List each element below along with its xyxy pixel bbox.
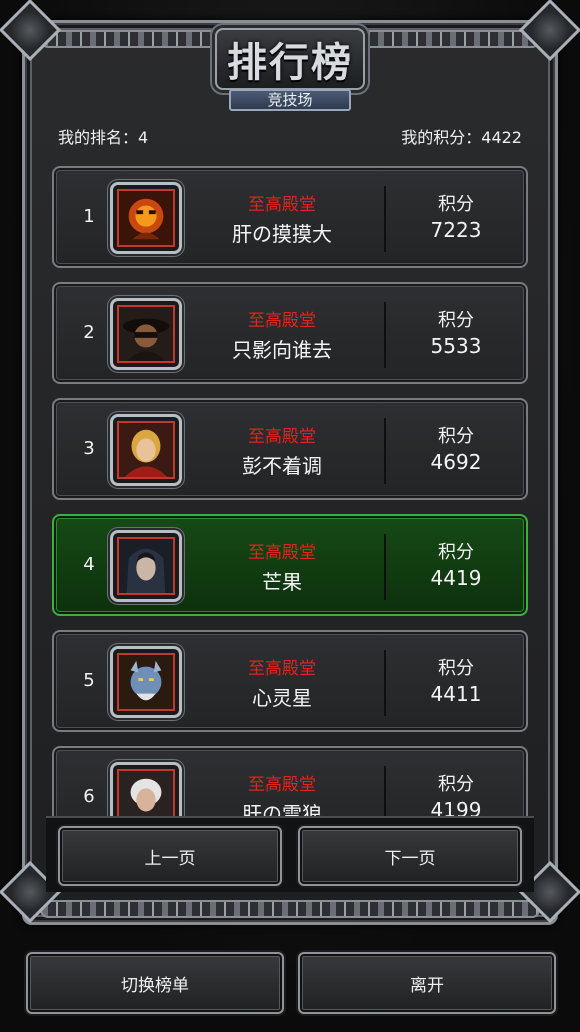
white-hair-warrior-portrait-icon — [117, 769, 175, 817]
rank-number: 3 — [83, 438, 95, 459]
player-name: 肝の摸摸大 — [232, 222, 332, 246]
fire-golem-portrait-icon — [117, 189, 175, 247]
score-value: 4199 — [430, 798, 482, 817]
my-score: 我的积分：4422 — [401, 128, 522, 147]
rank-title: 至高殿堂 — [248, 195, 316, 215]
avatar[interactable] — [110, 298, 182, 370]
prev-page-button[interactable]: 上一页 — [58, 826, 282, 886]
player-name: 心灵星 — [252, 686, 312, 710]
score-label: 积分 — [438, 658, 474, 679]
avatar[interactable] — [110, 646, 182, 718]
rank-title: 至高殿堂 — [248, 543, 316, 563]
avatar[interactable] — [110, 182, 182, 254]
player-name: 只影向谁去 — [232, 338, 332, 362]
ranking-row[interactable]: 2 至高殿堂 只影向谁去 积分 5533 — [52, 282, 528, 384]
avatar[interactable] — [110, 762, 182, 817]
score-value: 4692 — [430, 450, 482, 474]
rank-number: 5 — [83, 670, 95, 691]
blue-demon-portrait-icon — [117, 653, 175, 711]
rank-title: 至高殿堂 — [248, 659, 316, 679]
ranking-row[interactable]: 6 至高殿堂 肝の雪狼 积分 4199 — [52, 746, 528, 817]
blonde-girl-portrait-icon — [117, 421, 175, 479]
ranking-row[interactable]: 3 至高殿堂 彭不着调 积分 4692 — [52, 398, 528, 500]
score-label: 积分 — [438, 426, 474, 447]
ranking-row[interactable]: 1 至高殿堂 肝の摸摸大 积分 7223 — [52, 166, 528, 268]
my-rank: 我的排名：4 — [58, 128, 149, 147]
player-name: 彭不着调 — [242, 454, 322, 478]
score-label: 积分 — [438, 310, 474, 331]
rank-number: 1 — [83, 206, 95, 227]
ranking-row-current-player[interactable]: 4 至高殿堂 芒果 积分 4419 — [52, 514, 528, 616]
score-value: 5533 — [430, 334, 482, 358]
category-subtitle: 竞技场 — [229, 89, 351, 111]
my-info-row: 我的排名：4 我的积分：4422 — [58, 124, 522, 148]
score-label: 积分 — [438, 194, 474, 215]
ranking-row[interactable]: 5 至高殿堂 心灵星 积分 4411 — [52, 630, 528, 732]
ornament-bottom — [40, 900, 540, 918]
rank-number: 4 — [83, 554, 95, 575]
next-page-button[interactable]: 下一页 — [298, 826, 522, 886]
rank-title: 至高殿堂 — [248, 427, 316, 447]
title-plate: 排行榜 — [215, 28, 365, 90]
score-value: 4419 — [430, 566, 482, 590]
avatar[interactable] — [110, 414, 182, 486]
avatar[interactable] — [110, 530, 182, 602]
player-name: 肝の雪狼 — [242, 802, 322, 817]
score-value: 4411 — [430, 682, 482, 706]
rank-number: 6 — [83, 786, 95, 807]
score-label: 积分 — [438, 774, 474, 795]
rank-title: 至高殿堂 — [248, 311, 316, 331]
rank-title: 至高殿堂 — [248, 775, 316, 795]
score-label: 积分 — [438, 542, 474, 563]
ranking-list[interactable]: 1 至高殿堂 肝の摸摸大 积分 7223 2 至高殿堂 只影向谁去 积分 553… — [50, 160, 530, 817]
page-title: 排行榜 — [227, 39, 353, 86]
player-name: 芒果 — [262, 570, 302, 594]
rank-number: 2 — [83, 322, 95, 343]
switch-leaderboard-button[interactable]: 切换榜单 — [26, 952, 284, 1014]
score-value: 7223 — [430, 218, 482, 242]
leave-button[interactable]: 离开 — [298, 952, 556, 1014]
hooded-woman-portrait-icon — [117, 537, 175, 595]
masked-rogue-portrait-icon — [117, 305, 175, 363]
